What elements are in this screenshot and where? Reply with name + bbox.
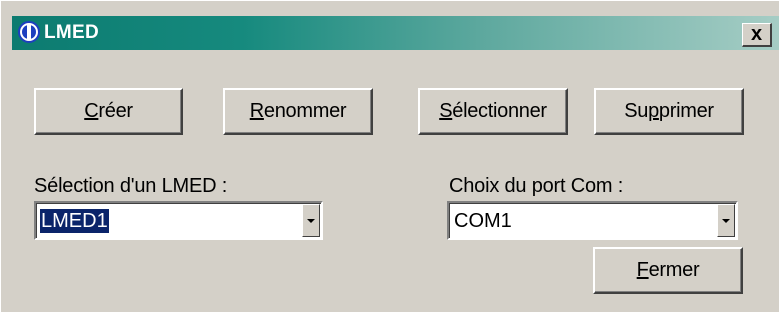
- close-button[interactable]: x: [742, 23, 772, 47]
- com-port-label: Choix du port Com :: [449, 175, 624, 197]
- lmed-select-value: LMED1: [39, 208, 110, 234]
- lmed-select[interactable]: LMED1: [34, 201, 323, 240]
- com-port-select[interactable]: COM1: [447, 201, 738, 240]
- select-button[interactable]: Sélectionner: [418, 88, 568, 135]
- rename-button[interactable]: Renommer: [223, 88, 373, 135]
- close-icon: x: [750, 23, 763, 45]
- dropdown-arrow-icon[interactable]: [302, 204, 320, 237]
- close-dialog-button[interactable]: Fermer: [593, 247, 743, 294]
- delete-button[interactable]: Supprimer: [594, 88, 744, 135]
- dropdown-arrow-icon[interactable]: [717, 204, 735, 237]
- title-bar[interactable]: LMED: [12, 16, 779, 50]
- app-logo-icon: [18, 21, 40, 43]
- create-button[interactable]: Créer: [34, 88, 183, 135]
- lmed-dialog-window: LMED x Créer Renommer Sélectionner Suppr…: [0, 0, 779, 312]
- com-port-select-value: COM1: [454, 210, 512, 232]
- window-title: LMED: [44, 22, 100, 43]
- lmed-selection-label: Sélection d'un LMED :: [34, 175, 228, 197]
